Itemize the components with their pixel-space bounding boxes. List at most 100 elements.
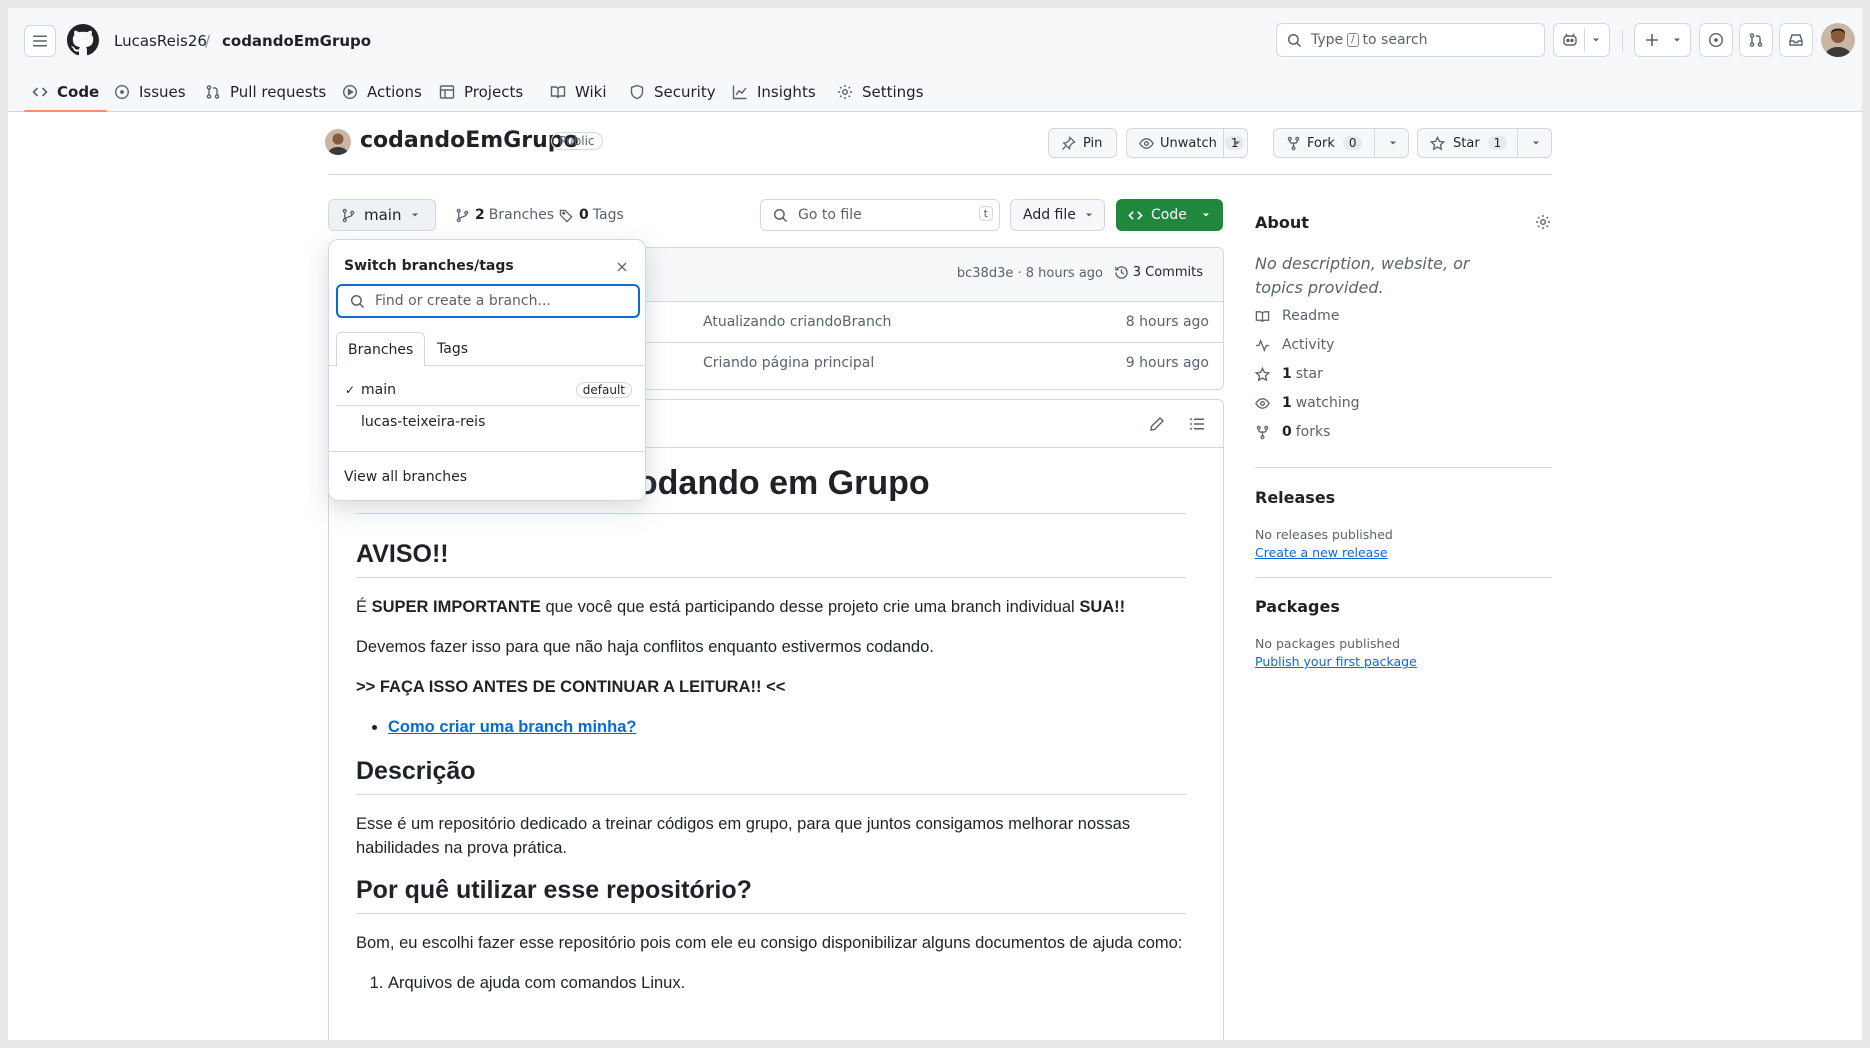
- code-label: Code: [1151, 207, 1187, 223]
- title-divider: [328, 174, 1552, 175]
- tab-security[interactable]: Security: [629, 72, 716, 112]
- repo-title[interactable]: codandoEmGrupo: [360, 128, 579, 153]
- commit-hash-time[interactable]: bc38d3e · 8 hours ago: [957, 266, 1103, 281]
- tab-label: Insights: [757, 83, 816, 101]
- file-commit-message[interactable]: Atualizando criandoBranch: [703, 314, 891, 330]
- create-release-link[interactable]: Create a new release: [1255, 545, 1388, 560]
- close-icon[interactable]: [615, 260, 629, 274]
- packages-heading[interactable]: Packages: [1255, 597, 1340, 616]
- search-icon: [1287, 33, 1302, 47]
- tab-label: Code: [57, 83, 100, 101]
- branch-option-label: lucas-teixeira-reis: [361, 414, 486, 430]
- tab-actions[interactable]: Actions: [342, 72, 422, 112]
- pencil-icon[interactable]: [1149, 416, 1165, 432]
- tab-insights[interactable]: Insights: [732, 72, 816, 112]
- tab-projects[interactable]: Projects: [439, 72, 523, 112]
- tab-pull-requests[interactable]: Pull requests: [205, 72, 326, 112]
- publish-package-link[interactable]: Publish your first package: [1255, 654, 1417, 669]
- tags-count: 0: [579, 207, 589, 223]
- user-avatar[interactable]: [1821, 23, 1855, 57]
- gear-icon[interactable]: [1535, 214, 1551, 230]
- branches-label: Branches: [488, 207, 555, 223]
- tab-label: Wiki: [575, 83, 607, 101]
- book-icon: [550, 86, 566, 99]
- menu-button[interactable]: [24, 25, 56, 57]
- dropdown-divider: [329, 451, 645, 452]
- github-logo-icon[interactable]: [67, 24, 99, 56]
- create-new-button[interactable]: [1634, 23, 1691, 57]
- star-button[interactable]: Star 1: [1417, 128, 1552, 158]
- tab-wiki[interactable]: Wiki: [550, 72, 607, 112]
- code-button[interactable]: Code: [1116, 199, 1223, 231]
- breadcrumb-separator: /: [205, 32, 211, 50]
- pull-request-icon: [206, 85, 220, 99]
- tab-settings[interactable]: Settings: [837, 72, 924, 112]
- tag-icon: [559, 209, 573, 223]
- activity-link[interactable]: Activity: [1255, 337, 1334, 353]
- tags-label: Tags: [592, 207, 624, 223]
- branches-count: 2: [475, 207, 485, 223]
- view-all-branches-link[interactable]: View all branches: [344, 469, 467, 485]
- chevron-down-icon: [1390, 141, 1396, 145]
- readme-paragraph: Devemos fazer isso para que não haja con…: [356, 638, 934, 656]
- branch-guide-link[interactable]: Como criar uma branch minha?: [388, 718, 636, 736]
- readme-link[interactable]: Readme: [1255, 308, 1339, 324]
- star-count: 1: [1487, 136, 1508, 150]
- add-file-button[interactable]: Add file: [1010, 199, 1105, 231]
- branches-link[interactable]: 2 Branches: [455, 207, 554, 223]
- readme-warning-line: >> FAÇA ISSO ANTES DE CONTINUAR A LEITUR…: [356, 675, 1186, 699]
- stars-link[interactable]: 1 star: [1255, 366, 1323, 382]
- pull-requests-button[interactable]: [1739, 23, 1773, 57]
- go-to-file-input[interactable]: Go to file t: [760, 199, 1000, 231]
- dropdown-tabs: Branches Tags: [329, 332, 645, 367]
- fork-icon: [1256, 425, 1269, 439]
- branch-selector-button[interactable]: main: [328, 199, 436, 231]
- pin-button[interactable]: Pin: [1048, 128, 1117, 158]
- readme-content: Codando em Grupo AVISO!! É SUPER IMPORTA…: [356, 464, 1186, 995]
- branch-icon: [342, 208, 355, 222]
- branch-selector-label: main: [364, 206, 402, 224]
- tab-label: Settings: [862, 83, 924, 101]
- chevron-down-icon: [1593, 38, 1599, 42]
- go-to-file-placeholder: Go to file: [798, 207, 862, 223]
- search-icon: [773, 208, 788, 222]
- copilot-button[interactable]: [1553, 23, 1610, 57]
- branch-option-main[interactable]: ✓ main default: [336, 374, 640, 406]
- code-icon: [32, 87, 48, 97]
- star-icon: [1255, 366, 1270, 381]
- fork-button[interactable]: Fork 0: [1273, 128, 1409, 158]
- watching-link[interactable]: 1 watching: [1255, 395, 1360, 411]
- pin-label: Pin: [1083, 135, 1103, 151]
- breadcrumb-owner[interactable]: LucasReis26: [114, 32, 207, 50]
- hamburger-icon: [33, 35, 47, 47]
- branch-filter-input[interactable]: Find or create a branch...: [336, 284, 640, 318]
- text: É: [356, 598, 372, 616]
- file-commit-message[interactable]: Criando página principal: [703, 355, 874, 371]
- chevron-down-icon: [412, 213, 418, 217]
- tab-tags[interactable]: Tags: [426, 332, 479, 366]
- issues-button[interactable]: [1699, 23, 1733, 57]
- commits-link[interactable]: 3 Commits: [1114, 265, 1203, 280]
- outline-list-icon[interactable]: [1189, 416, 1205, 432]
- shield-icon: [630, 84, 644, 100]
- tab-issues[interactable]: Issues: [114, 72, 186, 112]
- forks-link[interactable]: 0 forks: [1255, 424, 1330, 440]
- search-input[interactable]: Type / to search: [1276, 23, 1545, 57]
- table-icon: [439, 85, 455, 99]
- packages-empty: No packages published: [1255, 636, 1401, 651]
- about-heading: About: [1255, 213, 1309, 232]
- releases-heading[interactable]: Releases: [1255, 488, 1335, 507]
- breadcrumb-repo[interactable]: codandoEmGrupo: [222, 32, 371, 50]
- branch-option-lucas-teixeira-reis[interactable]: lucas-teixeira-reis: [336, 406, 640, 438]
- readme-paragraph: Esse é um repositório dedicado a treinar…: [356, 815, 1131, 857]
- watch-button[interactable]: Unwatch 1: [1126, 128, 1248, 158]
- chevron-down-icon: [1674, 38, 1680, 42]
- about-description: No description, website, or topics provi…: [1255, 254, 1470, 297]
- repo-owner-avatar[interactable]: [325, 129, 351, 155]
- inbox-button[interactable]: [1779, 23, 1813, 57]
- pin-icon: [1061, 135, 1076, 150]
- tab-branches[interactable]: Branches: [336, 332, 426, 367]
- visibility-badge: Public: [551, 132, 603, 150]
- tab-code[interactable]: Code: [23, 72, 108, 112]
- tags-link[interactable]: 0 Tags: [559, 207, 624, 223]
